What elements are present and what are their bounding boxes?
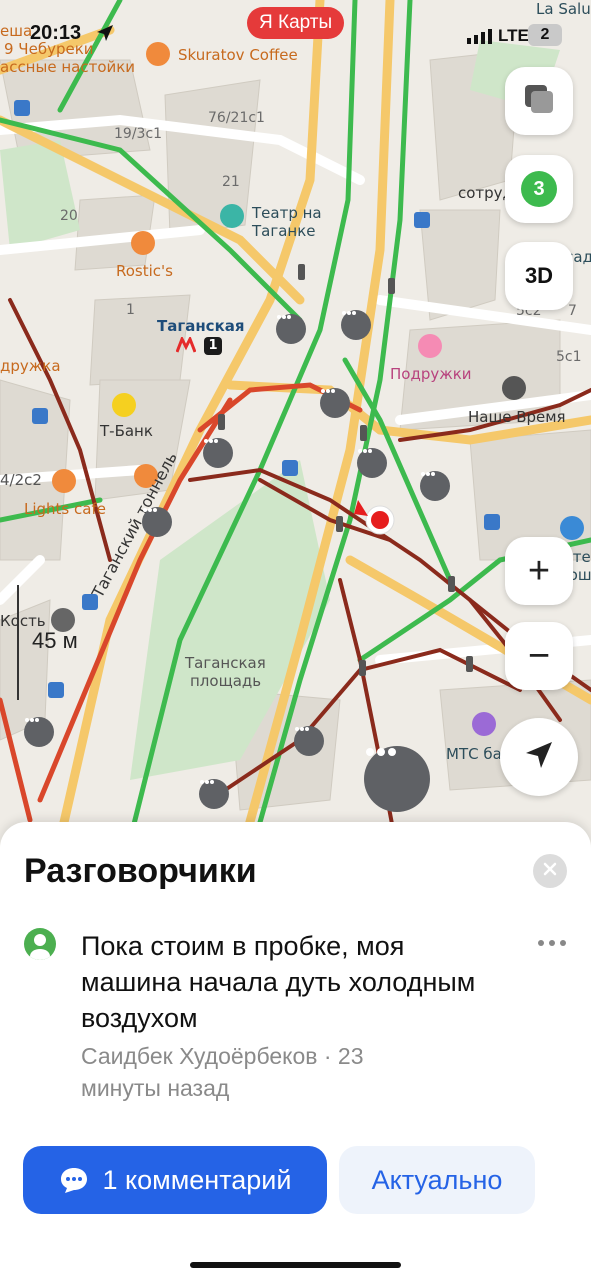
comments-button-label: 1 комментарий	[102, 1164, 292, 1195]
poi-teatr[interactable]: Театр на Таганке	[252, 204, 332, 240]
poi-nastoyki[interactable]: ассные настойки	[0, 58, 135, 76]
map-comment-icon[interactable]	[276, 314, 306, 344]
poi-lights-cafe[interactable]: Lights cafe	[24, 500, 106, 518]
building-number: 5с1	[556, 349, 582, 365]
network-type: LTE	[498, 26, 529, 45]
more-options-icon[interactable]	[537, 934, 567, 952]
location-arrow-icon	[96, 24, 114, 47]
chat-icon	[59, 1166, 89, 1194]
traffic-button[interactable]: 3	[505, 155, 573, 223]
building-number: 21	[222, 174, 240, 190]
traffic-score: 3	[521, 171, 557, 207]
building-number: 20	[60, 208, 78, 224]
map-comment-icon[interactable]	[320, 388, 350, 418]
poi-tbank[interactable]: Т-Банк	[100, 422, 153, 440]
signal-icon	[467, 28, 493, 49]
app-badge[interactable]: Я Карты	[247, 7, 345, 39]
selected-comment-icon[interactable]	[364, 746, 430, 812]
building-number: 7	[568, 303, 577, 319]
status-time: 20:13	[30, 22, 82, 44]
sheet-title: Разговорчики	[24, 852, 257, 890]
map-comment-icon[interactable]	[203, 438, 233, 468]
poi-druzhka[interactable]: дружка	[0, 357, 61, 375]
layers-icon	[522, 82, 556, 121]
map-comment-icon[interactable]	[420, 471, 450, 501]
map-comment-icon[interactable]	[294, 726, 324, 756]
close-button[interactable]	[533, 854, 567, 888]
square-label-2: площадь	[190, 672, 262, 690]
map-view[interactable]: 9 Чебуреки ассные настойки еша Skuratov …	[0, 0, 591, 840]
poi-podruzhki[interactable]: Подружки	[390, 365, 472, 383]
building-number: 76/21с1	[208, 110, 265, 126]
battery-icon: 2	[528, 24, 562, 46]
layers-button[interactable]	[505, 67, 573, 135]
home-indicator	[190, 1262, 401, 1268]
poi-skuratov[interactable]: Skuratov Coffee	[178, 46, 298, 64]
poi-la-salute[interactable]: La Salute	[536, 0, 591, 18]
zoom-in-button[interactable]: +	[505, 537, 573, 605]
comment-sheet: Разговорчики Пока стоим в пробке, моя ма…	[0, 822, 591, 1280]
comment-author-time: Саидбек Худоёрбеков · 23 минуты назад	[81, 1043, 364, 1101]
square-label-1: Таганская	[185, 654, 266, 672]
avatar[interactable]	[24, 928, 56, 960]
relevant-button[interactable]: Актуально	[339, 1146, 535, 1214]
three-d-button[interactable]: 3D	[505, 242, 573, 310]
comments-button[interactable]: 1 комментарий	[23, 1146, 327, 1214]
map-comment-icon[interactable]	[341, 310, 371, 340]
map-comment-icon[interactable]	[142, 507, 172, 537]
map-comment-icon[interactable]	[24, 717, 54, 747]
map-comment-icon[interactable]	[199, 779, 229, 809]
building-number: 19/3с1	[114, 126, 163, 142]
close-icon	[543, 862, 557, 881]
scale-label: 45 м	[32, 628, 78, 653]
poi-c2: 4/2с2	[0, 471, 42, 489]
poi-nashe-vremya[interactable]: Наше Время	[468, 408, 566, 426]
zoom-out-button[interactable]: −	[505, 622, 573, 690]
metro-logo	[176, 337, 196, 353]
poi-metro[interactable]: Таганская	[157, 317, 245, 335]
building-number: 1	[126, 302, 135, 318]
poi-rostics[interactable]: Rostic's	[116, 262, 173, 280]
metro-line-badge: 1	[204, 337, 222, 355]
comment-text: Пока стоим в пробке, моя машина начала д…	[81, 931, 476, 1033]
poi-resha[interactable]: еша	[0, 22, 32, 40]
navigation-arrow-icon	[523, 739, 555, 776]
my-location-button[interactable]	[500, 718, 578, 796]
map-comment-icon[interactable]	[357, 448, 387, 478]
